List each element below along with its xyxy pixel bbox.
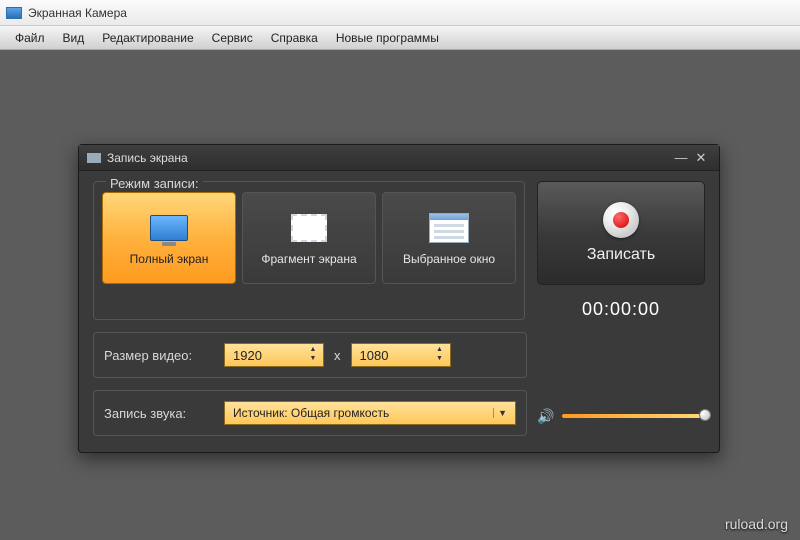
- record-button-label: Записать: [587, 246, 655, 264]
- record-icon: [603, 202, 639, 238]
- dialog-title: Запись экрана: [107, 151, 188, 165]
- chevron-down-icon: ▼: [493, 408, 511, 418]
- slider-thumb[interactable]: [699, 409, 711, 421]
- watermark: ruload.org: [725, 516, 788, 532]
- dialog-body: Режим записи: Полный экран Фрагмент экра…: [79, 171, 719, 452]
- height-down-icon[interactable]: ▼: [434, 355, 446, 364]
- workspace: Запись экрана — ✕ Режим записи: Полный э…: [0, 50, 800, 540]
- audio-row: Запись звука: Источник: Общая громкость …: [93, 390, 527, 436]
- selection-icon: [291, 214, 327, 242]
- main-menubar: Файл Вид Редактирование Сервис Справка Н…: [0, 26, 800, 50]
- mode-label: Режим записи:: [106, 176, 203, 191]
- menu-service[interactable]: Сервис: [203, 28, 262, 48]
- width-input[interactable]: 1920 ▲▼: [224, 343, 324, 367]
- mode-fullscreen-button[interactable]: Полный экран: [102, 192, 236, 284]
- main-titlebar: Экранная Камера: [0, 0, 800, 26]
- record-button[interactable]: Записать: [537, 181, 705, 285]
- minimize-icon[interactable]: —: [671, 150, 691, 165]
- video-size-label: Размер видео:: [104, 348, 214, 363]
- mode-window-label: Выбранное окно: [403, 252, 495, 266]
- height-up-icon[interactable]: ▲: [434, 346, 446, 355]
- volume-slider[interactable]: [562, 414, 705, 418]
- mode-fullscreen-label: Полный экран: [130, 252, 209, 266]
- speaker-icon: 🔊: [537, 408, 554, 425]
- timer-display: 00:00:00: [582, 299, 660, 320]
- audio-source-select[interactable]: Источник: Общая громкость ▼: [224, 401, 516, 425]
- width-up-icon[interactable]: ▲: [307, 346, 319, 355]
- menu-view[interactable]: Вид: [54, 28, 94, 48]
- dialog-icon: [87, 153, 101, 163]
- height-value: 1080: [360, 348, 389, 363]
- height-input[interactable]: 1080 ▲▼: [351, 343, 451, 367]
- dialog-titlebar[interactable]: Запись экрана — ✕: [79, 145, 719, 171]
- close-icon[interactable]: ✕: [691, 150, 711, 166]
- mode-fragment-button[interactable]: Фрагмент экрана: [242, 192, 376, 284]
- width-value: 1920: [233, 348, 262, 363]
- width-down-icon[interactable]: ▼: [307, 355, 319, 364]
- video-size-row: Размер видео: 1920 ▲▼ x 1080 ▲▼: [93, 332, 527, 378]
- app-icon: [6, 7, 22, 19]
- menu-help[interactable]: Справка: [262, 28, 327, 48]
- app-title: Экранная Камера: [28, 6, 127, 20]
- menu-edit[interactable]: Редактирование: [93, 28, 202, 48]
- mode-window-button[interactable]: Выбранное окно: [382, 192, 516, 284]
- size-separator: x: [334, 348, 341, 363]
- mode-group: Режим записи: Полный экран Фрагмент экра…: [93, 181, 525, 320]
- window-icon: [429, 213, 469, 243]
- menu-new-programs[interactable]: Новые программы: [327, 28, 448, 48]
- record-dialog: Запись экрана — ✕ Режим записи: Полный э…: [78, 144, 720, 453]
- audio-source-value: Источник: Общая громкость: [233, 406, 389, 420]
- menu-file[interactable]: Файл: [6, 28, 54, 48]
- audio-label: Запись звука:: [104, 406, 214, 421]
- volume-row: 🔊: [537, 408, 705, 425]
- mode-fragment-label: Фрагмент экрана: [261, 252, 356, 266]
- monitor-icon: [150, 215, 188, 241]
